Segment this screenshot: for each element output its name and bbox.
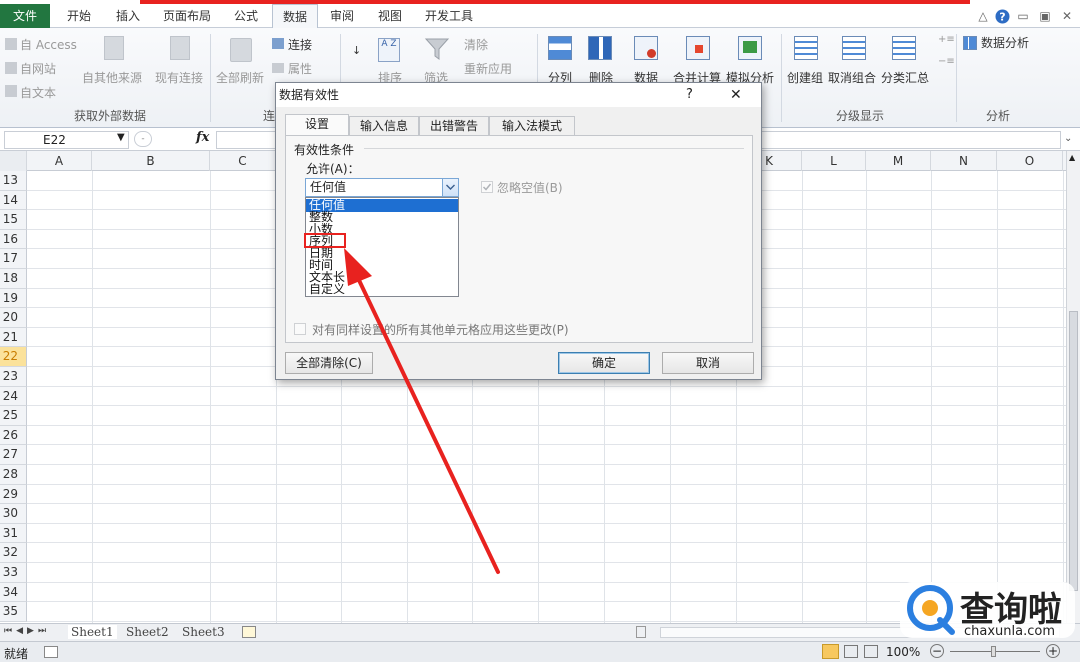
excel-window: 文件 开始 插入 页面布局 公式 数据 审阅 视图 开发工具 △ ? ▭ ▣ ✕…	[0, 0, 1080, 662]
watermark-url: chaxunla.com	[964, 624, 1055, 639]
annotation-arrow	[344, 248, 500, 574]
watermark: 查询啦 chaxunla.com	[900, 580, 1075, 640]
